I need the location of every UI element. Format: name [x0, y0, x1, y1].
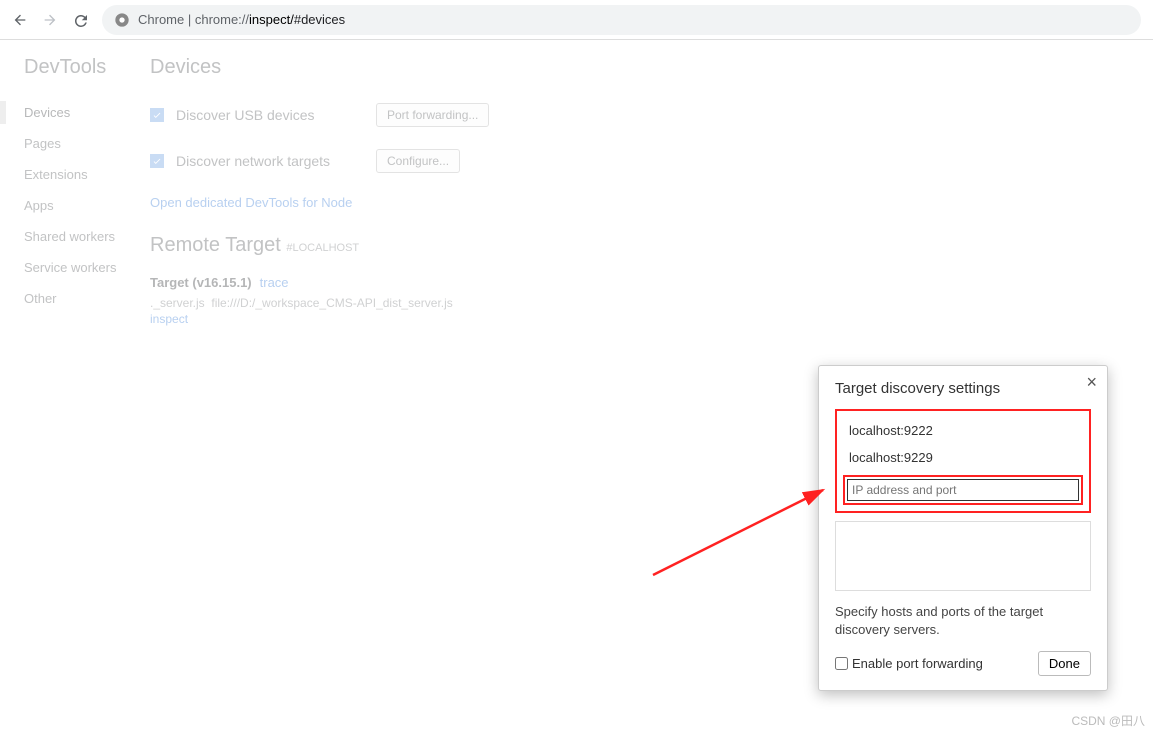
discover-network-label: Discover network targets: [176, 153, 376, 169]
done-button[interactable]: Done: [1038, 651, 1091, 676]
target-file-line: ._server.js file:///D:/_workspace_CMS-AP…: [150, 296, 1129, 310]
target-version-line: Target (v16.15.1)trace: [150, 275, 1129, 290]
open-node-devtools-link[interactable]: Open dedicated DevTools for Node: [150, 195, 1129, 210]
discover-usb-checkbox[interactable]: [150, 108, 164, 122]
sidebar-item-devices[interactable]: Devices: [24, 97, 150, 128]
host-input[interactable]: [847, 479, 1079, 501]
host-item[interactable]: localhost:9229: [843, 444, 1083, 471]
target-discovery-modal: × Target discovery settings localhost:92…: [818, 365, 1108, 691]
sidebar-item-pages[interactable]: Pages: [24, 128, 150, 159]
port-forwarding-button[interactable]: Port forwarding...: [376, 103, 489, 127]
discover-network-row: Discover network targets Configure...: [150, 149, 1129, 173]
url-bar[interactable]: Chrome | chrome://inspect/#devices: [102, 5, 1141, 35]
host-list-highlight-box: localhost:9222 localhost:9229: [835, 409, 1091, 513]
configure-button[interactable]: Configure...: [376, 149, 460, 173]
discover-usb-label: Discover USB devices: [176, 107, 376, 123]
sidebar-item-other[interactable]: Other: [24, 283, 150, 314]
sidebar-item-shared-workers[interactable]: Shared workers: [24, 221, 150, 252]
discover-usb-row: Discover USB devices Port forwarding...: [150, 103, 1129, 127]
url-text: Chrome | chrome://inspect/#devices: [138, 12, 345, 27]
host-item[interactable]: localhost:9222: [843, 417, 1083, 444]
sidebar-item-apps[interactable]: Apps: [24, 190, 150, 221]
modal-close-button[interactable]: ×: [1086, 372, 1097, 393]
host-list-container: [835, 521, 1091, 591]
trace-link[interactable]: trace: [260, 275, 289, 290]
chrome-icon: [114, 12, 130, 28]
inspect-link[interactable]: inspect: [150, 312, 1129, 326]
discover-network-checkbox[interactable]: [150, 154, 164, 168]
back-button[interactable]: [12, 12, 28, 28]
reload-button[interactable]: [72, 12, 88, 28]
enable-port-forwarding-label[interactable]: Enable port forwarding: [835, 656, 983, 671]
modal-description: Specify hosts and ports of the target di…: [835, 603, 1091, 639]
enable-port-forwarding-checkbox[interactable]: [835, 657, 848, 670]
host-input-highlight-box: [843, 475, 1083, 505]
sidebar-item-extensions[interactable]: Extensions: [24, 159, 150, 190]
watermark: CSDN @田八: [1071, 712, 1145, 729]
page-title: Devices: [150, 56, 1129, 79]
remote-target-heading: Remote Target #LOCALHOST: [150, 234, 1129, 257]
modal-footer: Enable port forwarding Done: [835, 651, 1091, 676]
sidebar-item-service-workers[interactable]: Service workers: [24, 252, 150, 283]
sidebar-title: DevTools: [24, 56, 150, 79]
forward-button[interactable]: [42, 12, 58, 28]
browser-toolbar: Chrome | chrome://inspect/#devices: [0, 0, 1153, 40]
sidebar: DevTools Devices Pages Extensions Apps S…: [0, 56, 150, 326]
main-content: Devices Discover USB devices Port forwar…: [150, 56, 1153, 326]
modal-title: Target discovery settings: [835, 380, 1091, 397]
